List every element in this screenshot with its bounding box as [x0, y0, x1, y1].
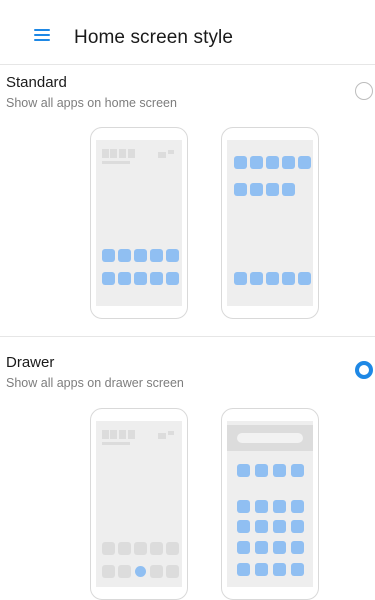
standard-preview-apps-screen: [227, 140, 313, 306]
drawer-preview-home-phone: [90, 408, 188, 600]
hamburger-menu-icon[interactable]: [34, 29, 54, 45]
option-drawer-subtitle: Show all apps on drawer screen: [6, 376, 184, 390]
option-standard-radio[interactable]: [355, 82, 373, 100]
standard-preview-apps-phone: [221, 127, 319, 319]
option-drawer-title: Drawer: [6, 354, 55, 371]
option-standard-title: Standard: [6, 74, 67, 91]
page-title: Home screen style: [74, 27, 234, 48]
standard-preview-home-screen: [96, 140, 182, 306]
drawer-preview-drawer-screen: [227, 421, 313, 587]
drawer-preview-drawer-phone: [221, 408, 319, 600]
option-drawer[interactable]: Drawer Show all apps on drawer screen: [0, 344, 375, 600]
option-divider: [0, 336, 375, 337]
option-drawer-radio[interactable]: [355, 361, 373, 379]
drawer-launcher-icon: [135, 566, 146, 577]
option-standard[interactable]: Standard Show all apps on home screen: [0, 64, 375, 334]
drawer-preview-home-screen: [96, 421, 182, 587]
option-standard-subtitle: Show all apps on home screen: [6, 96, 177, 110]
standard-preview-home-phone: [90, 127, 188, 319]
app-bar: Home screen style: [0, 0, 375, 56]
